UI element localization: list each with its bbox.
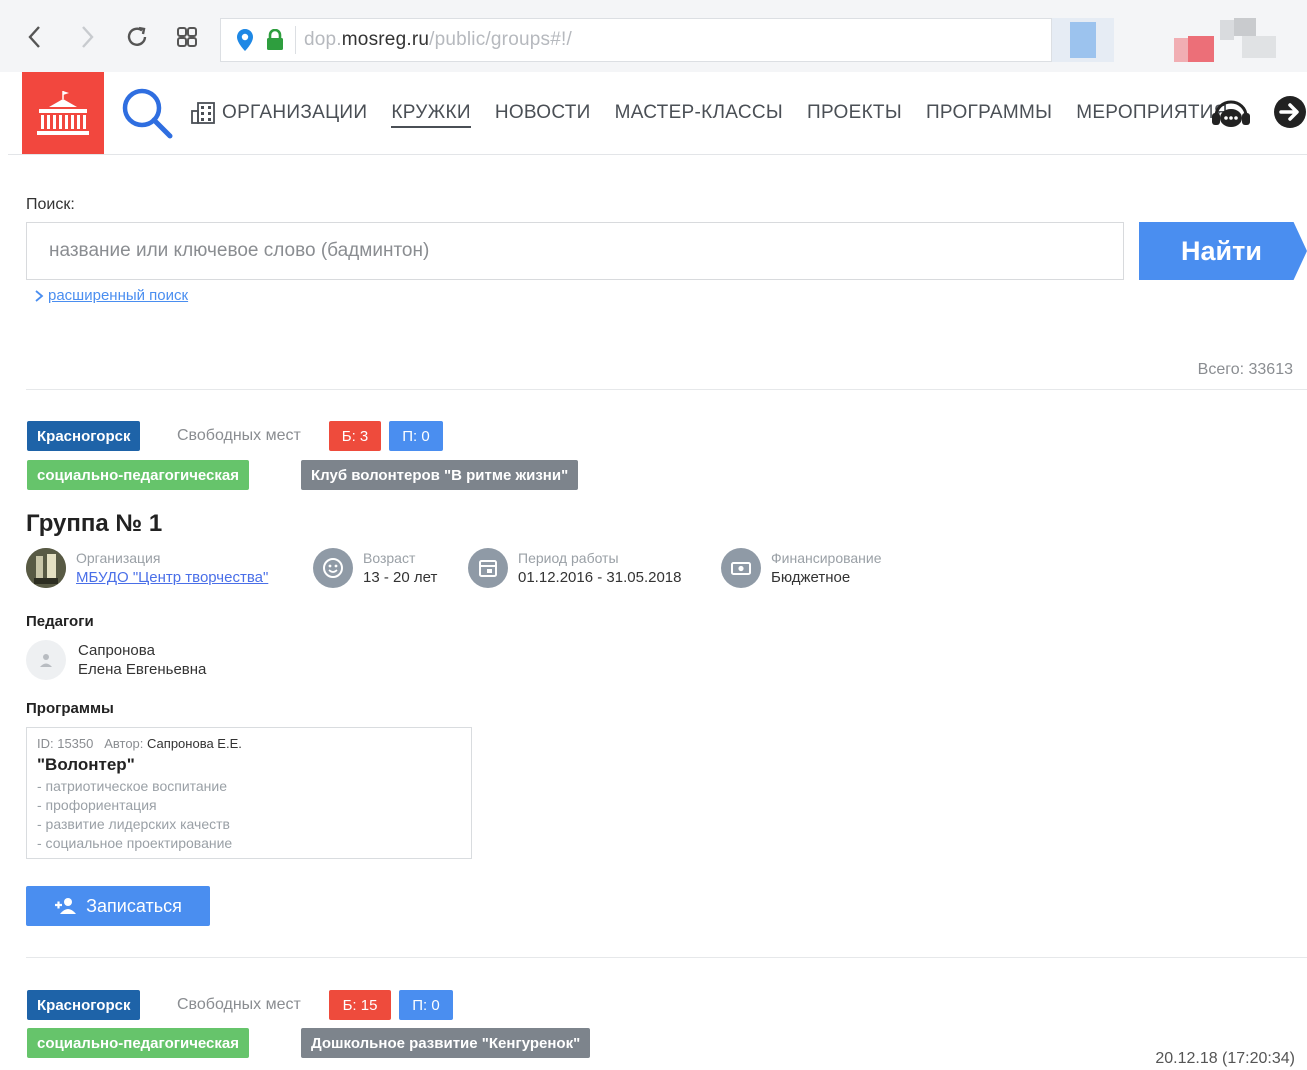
blurred-menu-area — [1234, 18, 1280, 62]
support-chat-icon — [1212, 100, 1250, 127]
login-arrow-icon — [1274, 96, 1306, 128]
programs-heading: Программы — [26, 700, 114, 717]
organization-link[interactable]: МБУДО "Центр творчества" — [76, 568, 268, 587]
browser-toolbar: dop.mosreg.ru/public/groups#!/ — [0, 0, 1307, 72]
period-value: 01.12.2016 - 31.05.2018 — [518, 569, 682, 586]
free-places-label: Свободных мест — [177, 996, 301, 1013]
blurred-profile-area — [1174, 18, 1234, 62]
advanced-search-link[interactable]: расширенный поиск — [34, 287, 188, 304]
teacher-item[interactable]: Сапронова Елена Евгеньевна — [26, 640, 206, 680]
finance-label: Финансирование — [771, 550, 882, 566]
organization-avatar — [26, 548, 66, 588]
reload-icon — [127, 26, 147, 46]
group-divider — [26, 957, 1307, 958]
enroll-button[interactable]: Записаться — [26, 886, 210, 926]
menu-item-clubs[interactable]: КРУЖКИ — [391, 102, 471, 128]
menu-item-programs[interactable]: ПРОГРАММЫ — [926, 102, 1052, 124]
teacher-last-name: Сапронова — [78, 642, 155, 659]
program-id: ID: 15350 — [37, 736, 94, 751]
program-meta: ID: 15350 Автор: Сапронова Е.Е. — [37, 736, 461, 751]
program-author-label: Автор: — [104, 736, 144, 751]
organization-info: Организация МБУДО "Центр творчества" — [26, 548, 268, 588]
free-budget-badge: Б: 3 — [329, 421, 381, 451]
back-arrow-icon — [28, 26, 40, 48]
age-icon — [313, 548, 353, 588]
city-badge[interactable]: Красногорск — [27, 990, 141, 1020]
back-button[interactable] — [20, 22, 50, 52]
building-logo-icon — [37, 91, 89, 135]
find-button[interactable]: Найти — [1139, 222, 1307, 280]
total-count: Всего: 33613 — [1197, 361, 1293, 378]
program-title: "Волонтер" — [37, 755, 135, 774]
organization-building-icon — [191, 102, 215, 124]
free-paid-badge: П: 0 — [399, 990, 453, 1020]
program-card[interactable]: ID: 15350 Автор: Сапронова Е.Е. "Волонте… — [26, 727, 472, 859]
support-chat-button[interactable] — [1210, 94, 1252, 137]
menu-item-organizations[interactable]: ОРГАНИЗАЦИИ — [190, 101, 367, 125]
program-topic: - развитие лидерских качеств — [37, 816, 230, 832]
menu-item-projects[interactable]: ПРОЕКТЫ — [807, 102, 902, 124]
calendar-icon — [468, 548, 508, 588]
blurred-extension-area — [1052, 18, 1114, 62]
lock-icon — [265, 28, 285, 52]
address-bar[interactable]: dop.mosreg.ru/public/groups#!/ — [220, 18, 1052, 62]
menu-item-events[interactable]: МЕРОПРИЯТИЯ — [1076, 102, 1228, 124]
url-text: dop.mosreg.ru/public/groups#!/ — [304, 29, 572, 50]
age-label: Возраст — [363, 550, 416, 566]
direction-badge[interactable]: социально-педагогическая — [27, 460, 250, 490]
direction-badge[interactable]: социально-педагогическая — [27, 1028, 250, 1058]
grid-icon — [177, 27, 197, 47]
reload-button[interactable] — [122, 22, 152, 52]
teacher-first-name: Елена Евгеньевна — [78, 661, 207, 678]
chevron-right-icon — [35, 289, 44, 302]
enroll-label: Записаться — [86, 895, 182, 916]
site-logo[interactable] — [22, 72, 104, 154]
search-input[interactable] — [26, 222, 1124, 280]
finance-info: Финансирование Бюджетное — [721, 548, 882, 588]
period-info: Период работы 01.12.2016 - 31.05.2018 — [468, 548, 681, 588]
menu-item-master-classes[interactable]: МАСТЕР-КЛАССЫ — [615, 102, 783, 124]
search-icon[interactable] — [120, 86, 174, 145]
age-value: 13 - 20 лет — [363, 569, 438, 586]
club-badge[interactable]: Клуб волонтеров "В ритме жизни" — [301, 460, 579, 490]
site-header: ОРГАНИЗАЦИИ КРУЖКИ НОВОСТИ МАСТЕР-КЛАССЫ… — [8, 72, 1307, 155]
user-avatar-icon — [26, 640, 66, 680]
club-badge[interactable]: Дошкольное развитие "Кенгуренок" — [301, 1028, 591, 1058]
forward-arrow-icon — [82, 26, 94, 48]
timestamp: 20.12.18 (17:20:34) — [1155, 1050, 1295, 1067]
group-title[interactable]: Группа № 1 — [26, 510, 162, 538]
money-icon — [721, 548, 761, 588]
free-places-label: Свободных мест — [177, 427, 301, 444]
teachers-heading: Педагоги — [26, 613, 94, 630]
advanced-search-label: расширенный поиск — [48, 287, 189, 304]
free-paid-badge: П: 0 — [389, 421, 443, 451]
free-budget-badge: Б: 15 — [329, 990, 391, 1020]
results-divider — [26, 389, 1307, 390]
login-button[interactable] — [1272, 94, 1307, 135]
program-author: Сапронова Е.Е. — [147, 736, 242, 751]
tabs-grid-button[interactable] — [172, 22, 202, 52]
menu-item-news[interactable]: НОВОСТИ — [495, 102, 591, 124]
add-user-icon — [55, 898, 77, 914]
forward-button[interactable] — [72, 22, 102, 52]
organization-label: Организация — [76, 550, 161, 566]
main-menu: ОРГАНИЗАЦИИ КРУЖКИ НОВОСТИ МАСТЕР-КЛАССЫ… — [190, 72, 1252, 154]
program-topic: - социальное проектирование — [37, 835, 233, 851]
location-pin-icon — [235, 28, 255, 52]
program-topic: - профориентация — [37, 797, 157, 813]
address-separator — [295, 26, 296, 54]
period-label: Период работы — [518, 550, 619, 566]
program-topic: - патриотическое воспитание — [37, 778, 228, 794]
search-label: Поиск: — [26, 196, 75, 213]
finance-value: Бюджетное — [771, 569, 851, 586]
city-badge[interactable]: Красногорск — [27, 421, 141, 451]
menu-label: ОРГАНИЗАЦИИ — [222, 102, 368, 123]
age-info: Возраст 13 - 20 лет — [313, 548, 437, 588]
